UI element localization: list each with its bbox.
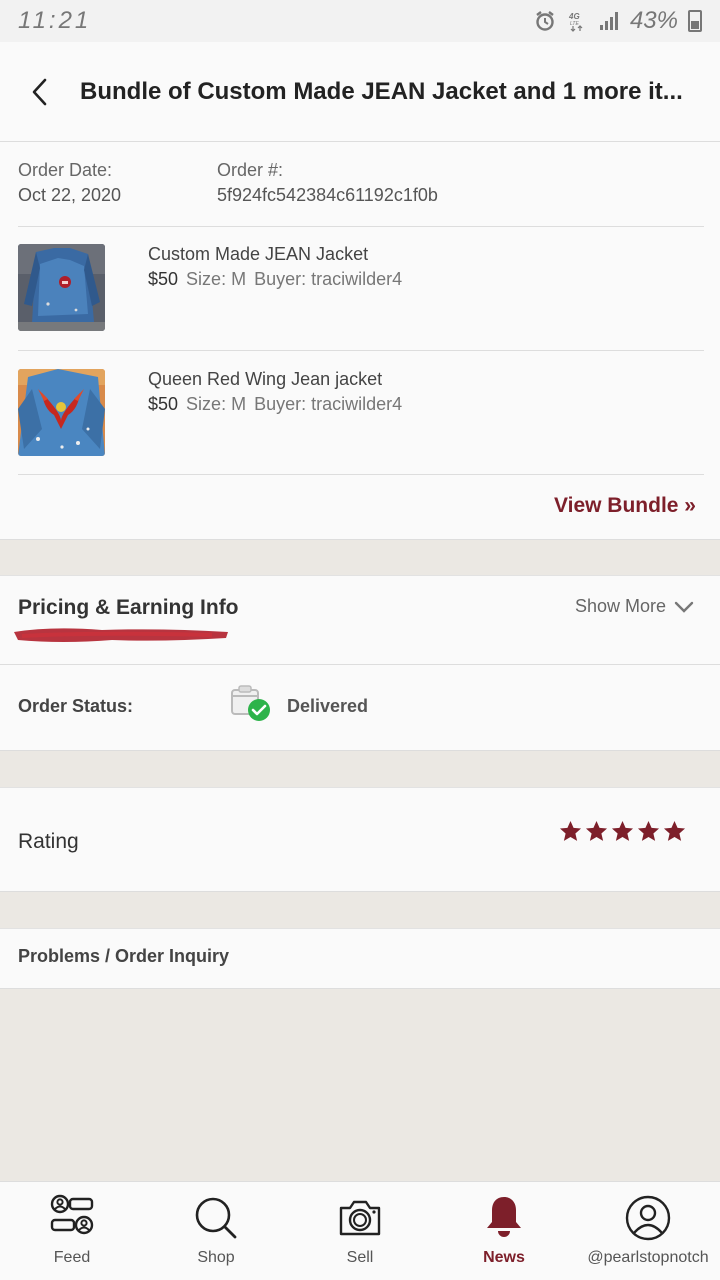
tab-sell[interactable]: Sell [288, 1182, 432, 1280]
status-icons: 4G LTE 43% [534, 7, 702, 35]
bottom-tab-bar: Feed Shop Sell News @pearlstopnotch [0, 1181, 720, 1280]
svg-text:4G: 4G [568, 12, 580, 21]
order-date-value: Oct 22, 2020 [18, 185, 122, 205]
item-price: $50 [148, 269, 179, 289]
item-thumbnail[interactable] [18, 369, 105, 456]
tab-news[interactable]: News [432, 1182, 576, 1280]
divider [18, 350, 704, 351]
tab-label: @pearlstopnotch [587, 1249, 709, 1266]
network-lte-icon: 4G LTE [566, 10, 588, 32]
star-icon [585, 820, 608, 841]
svg-text:LTE: LTE [570, 21, 579, 27]
tab-label: Feed [53, 1249, 91, 1266]
order-status-label: Order Status: [18, 696, 134, 716]
view-bundle-link[interactable]: View Bundle » [554, 494, 696, 518]
star-icon [559, 820, 582, 841]
item-size: Size: M [186, 394, 247, 414]
item-price: $50 [148, 394, 179, 414]
divider [18, 474, 704, 475]
feed-icon [50, 1194, 94, 1235]
pricing-section[interactable]: Pricing & Earning Info Show More [0, 575, 720, 665]
status-bar: 11:21 4G LTE 43% [0, 0, 720, 42]
order-date: Order Date: Oct 22, 2020 [18, 158, 121, 208]
tab-label: Shop [197, 1249, 235, 1266]
item-details: $50 Size: M Buyer: traciwilder4 [148, 394, 402, 415]
problems-inquiry-row[interactable]: Problems / Order Inquiry [0, 928, 720, 989]
back-arrow-icon [32, 78, 47, 105]
order-card: Order Date: Oct 22, 2020 Order #: 5f924f… [0, 142, 720, 540]
camera-icon [339, 1200, 381, 1236]
star-icon [637, 820, 660, 841]
signal-icon [598, 10, 620, 32]
rating-label: Rating [18, 830, 79, 853]
tab-profile[interactable]: @pearlstopnotch [576, 1182, 720, 1280]
redaction-scribble [14, 628, 228, 642]
problems-inquiry-label: Problems / Order Inquiry [18, 946, 230, 966]
tab-label: Sell [346, 1249, 374, 1266]
order-number-label: Order #: [217, 160, 284, 180]
status-time: 11:21 [18, 7, 92, 34]
order-number-value: 5f924fc542384c61192c1f0b [217, 185, 438, 205]
item-details: $50 Size: M Buyer: traciwilder4 [148, 269, 402, 290]
order-date-label: Order Date: [18, 160, 113, 180]
battery-percent: 43% [629, 7, 678, 34]
list-item[interactable]: Queen Red Wing Jean jacket $50 Size: M Buy… [18, 369, 704, 457]
order-number: Order #: 5f924fc542384c61192c1f0b [217, 158, 438, 208]
profile-icon [625, 1195, 671, 1241]
back-button[interactable] [0, 42, 80, 142]
star-icon [663, 820, 686, 841]
pricing-title: Pricing & Earning Info [18, 596, 239, 619]
divider [18, 226, 704, 227]
item-title[interactable]: Queen Red Wing Jean jacket [148, 369, 382, 390]
rating-section: Rating [0, 787, 720, 892]
item-title[interactable]: Custom Made JEAN Jacket [148, 244, 368, 265]
list-item[interactable]: Custom Made JEAN Jacket $50 Size: M Buyer:… [18, 244, 704, 332]
chevron-down-icon [674, 601, 694, 613]
tab-shop[interactable]: Shop [144, 1182, 288, 1280]
item-buyer: Buyer: traciwilder4 [254, 394, 403, 414]
order-status-value: Delivered [287, 696, 369, 716]
star-icon [611, 820, 634, 841]
item-size: Size: M [186, 269, 247, 289]
item-thumbnail[interactable] [18, 244, 105, 331]
search-icon [195, 1197, 237, 1239]
order-status-section: Order Status: Delivered [0, 665, 720, 751]
show-more-label: Show More [574, 596, 666, 616]
tab-label: News [483, 1249, 525, 1266]
header: Bundle of Custom Made JEAN Jacket and 1 … [0, 42, 720, 142]
rating-stars [559, 820, 686, 843]
item-buyer: Buyer: traciwilder4 [254, 269, 403, 289]
show-more-button[interactable]: Show More [575, 596, 694, 617]
alarm-icon [534, 10, 556, 32]
page-title: Bundle of Custom Made JEAN Jacket and 1 … [80, 77, 683, 105]
delivered-package-icon [231, 685, 270, 721]
tab-feed[interactable]: Feed [0, 1182, 144, 1280]
bell-icon [487, 1197, 521, 1237]
battery-icon [688, 10, 702, 32]
